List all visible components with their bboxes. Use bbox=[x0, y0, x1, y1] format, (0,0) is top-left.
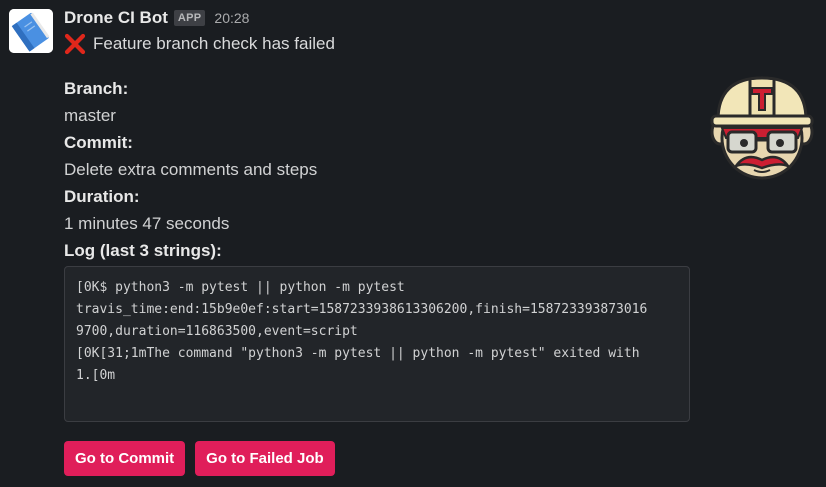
log-line: [0K$ python3 -m pytest || python -m pyte… bbox=[76, 280, 405, 295]
log-line: 9700,duration=116863500,event=script bbox=[76, 324, 358, 339]
go-to-commit-button[interactable]: Go to Commit bbox=[64, 441, 186, 476]
duration-value: 1 minutes 47 seconds bbox=[64, 214, 230, 233]
log-line: travis_time:end:15b9e0ef:start=158723393… bbox=[76, 302, 648, 317]
attachment-fields: Branch: master Commit: Delete extra comm… bbox=[64, 75, 317, 264]
log-label: Log (last 3 strings): bbox=[64, 241, 222, 260]
status-line: Feature branch check has failed bbox=[64, 33, 335, 55]
travis-mascot-icon[interactable] bbox=[706, 72, 818, 184]
app-badge: APP bbox=[173, 10, 206, 26]
branch-value: master bbox=[64, 106, 116, 125]
status-text: Feature branch check has failed bbox=[93, 34, 335, 53]
branch-label: Branch: bbox=[64, 79, 129, 98]
log-line: 1.[0m bbox=[76, 368, 116, 383]
go-to-failed-job-button[interactable]: Go to Failed Job bbox=[195, 441, 335, 476]
log-line: [0K[31;1mThe command "python3 -m pytest … bbox=[76, 346, 640, 361]
commit-value: Delete extra comments and steps bbox=[64, 160, 318, 179]
action-buttons: Go to Commit Go to Failed Job bbox=[64, 441, 335, 476]
commit-label: Commit: bbox=[64, 133, 133, 152]
duration-label: Duration: bbox=[64, 187, 140, 206]
log-code-block: [0K$ python3 -m pytest || python -m pyte… bbox=[64, 266, 690, 422]
bot-avatar-notebook-icon[interactable] bbox=[9, 9, 53, 53]
message-header: Drone CI Bot APP 20:28 bbox=[64, 7, 249, 29]
cross-mark-icon bbox=[64, 33, 86, 55]
message-timestamp[interactable]: 20:28 bbox=[214, 10, 249, 26]
bot-name[interactable]: Drone CI Bot bbox=[64, 8, 168, 28]
